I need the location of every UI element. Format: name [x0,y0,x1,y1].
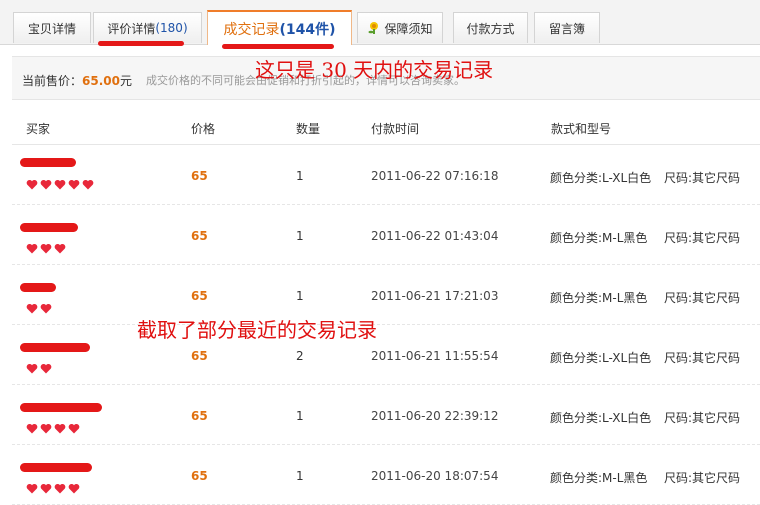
row-color-variant: 颜色分类:L-XL白色 [550,351,652,365]
heart-icon [54,483,66,494]
row-payment-time: 2011-06-22 07:16:18 [371,169,499,183]
buyer-rating [26,179,94,190]
row-price: 65 [191,229,208,243]
tab-label: 留言簿 [548,21,585,36]
table-row: 65 2 2011-06-21 11:55:54 颜色分类:L-XL白色 尺码:其它尺码 [12,325,760,385]
tab-count: (180) [155,21,188,35]
heart-icon [68,483,80,494]
row-price: 65 [191,349,208,363]
annotation-middle: 截取了部分最近的交易记录 [137,318,377,342]
table-row: 65 1 2011-06-22 01:43:04 颜色分类:M-L黑色 尺码:其它尺码 [12,205,760,265]
col-header-price: 价格 [191,122,216,136]
table-row: 65 1 2011-06-21 17:21:03 颜色分类:M-L黑色 尺码:其它尺码 [12,265,760,325]
heart-icon [26,179,38,190]
tab-label: 保障须知 [384,21,433,36]
tab-item-details[interactable]: 宝贝详情 [13,12,91,43]
row-price: 65 [191,169,208,183]
row-color-variant: 颜色分类:L-XL白色 [550,171,652,185]
row-payment-time: 2011-06-20 22:39:12 [371,409,499,423]
table-row: 65 1 2011-06-20 18:07:54 颜色分类:M-L黑色 尺码:其它尺码 [12,445,760,505]
tab-label: 评价详情 [107,21,156,36]
row-price: 65 [191,289,208,303]
buyer-name-redacted[interactable] [20,158,76,167]
heart-icon [40,179,52,190]
row-payment-time: 2011-06-21 11:55:54 [371,349,499,363]
tab-payment[interactable]: 付款方式 [453,12,528,43]
row-quantity: 1 [296,469,304,483]
price-unit: 元 [119,74,132,88]
row-quantity: 1 [296,169,304,183]
row-color-variant: 颜色分类:M-L黑色 [550,291,648,305]
heart-icon [40,363,52,374]
row-quantity: 2 [296,349,304,363]
tab-label: 成交记录 [223,21,280,38]
heart-icon [54,179,66,190]
heart-icon [26,303,38,314]
row-color-variant: 颜色分类:L-XL白色 [550,411,652,425]
buyer-rating [26,363,52,374]
heart-icon [68,423,80,434]
shield-flower-icon [367,21,381,35]
heart-icon [40,303,52,314]
row-quantity: 1 [296,229,304,243]
col-header-time: 付款时间 [371,122,420,136]
heart-icon [26,483,38,494]
buyer-name-redacted[interactable] [20,403,102,412]
tab-label: 付款方式 [466,21,515,36]
buyer-rating [26,243,66,254]
row-payment-time: 2011-06-20 18:07:54 [371,469,499,483]
tab-guestbook[interactable]: 留言簿 [534,12,600,43]
buyer-name-redacted[interactable] [20,223,78,232]
row-payment-time: 2011-06-22 01:43:04 [371,229,499,243]
price-label-text: 当前售价： [22,74,83,88]
red-underline [222,44,334,49]
tab-count: (144件) [279,21,336,38]
heart-icon [26,423,38,434]
buyer-name-redacted[interactable] [20,283,56,292]
row-quantity: 1 [296,409,304,423]
red-underline [98,41,184,46]
col-header-style: 款式和型号 [551,122,612,136]
buyer-rating [26,303,52,314]
heart-icon [68,179,80,190]
row-size-variant: 尺码:其它尺码 [664,231,741,245]
table-row: 65 1 2011-06-22 07:16:18 颜色分类:L-XL白色 尺码:其它尺码 [12,145,760,205]
heart-icon [26,363,38,374]
buyer-rating [26,423,80,434]
heart-icon [54,423,66,434]
heart-icon [54,243,66,254]
heart-icon [26,243,38,254]
row-size-variant: 尺码:其它尺码 [664,351,741,365]
buyer-name-redacted[interactable] [20,343,90,352]
row-payment-time: 2011-06-21 17:21:03 [371,289,499,303]
buyer-rating [26,483,80,494]
col-header-qty: 数量 [296,122,321,136]
row-color-variant: 颜色分类:M-L黑色 [550,471,648,485]
row-price: 65 [191,409,208,423]
table-row: 65 1 2011-06-20 22:39:12 颜色分类:L-XL白色 尺码:其它尺码 [12,385,760,445]
row-price: 65 [191,469,208,483]
current-price: 当前售价：65.00元 [22,72,132,89]
tab-guarantee[interactable]: 保障须知 [357,12,443,43]
row-quantity: 1 [296,289,304,303]
heart-icon [40,483,52,494]
buyer-name-redacted[interactable] [20,463,92,472]
row-color-variant: 颜色分类:M-L黑色 [550,231,648,245]
row-size-variant: 尺码:其它尺码 [664,411,741,425]
col-header-buyer: 买家 [26,122,51,136]
row-size-variant: 尺码:其它尺码 [664,171,741,185]
tab-reviews[interactable]: 评价详情 (180) [93,12,202,43]
annotation-top: 这只是 30 天内的交易记录 [255,58,494,82]
price-value: 65.00 [82,74,120,88]
tab-label: 宝贝详情 [27,21,76,36]
heart-icon [40,243,52,254]
tab-bar: 宝贝详情 评价详情 (180) 成交记录 (144件) 保障须知 付款方式 留言簿 [0,0,760,45]
heart-icon [40,423,52,434]
heart-icon [82,179,94,190]
row-size-variant: 尺码:其它尺码 [664,291,741,305]
tab-transactions[interactable]: 成交记录 (144件) [207,10,352,45]
row-size-variant: 尺码:其它尺码 [664,471,741,485]
